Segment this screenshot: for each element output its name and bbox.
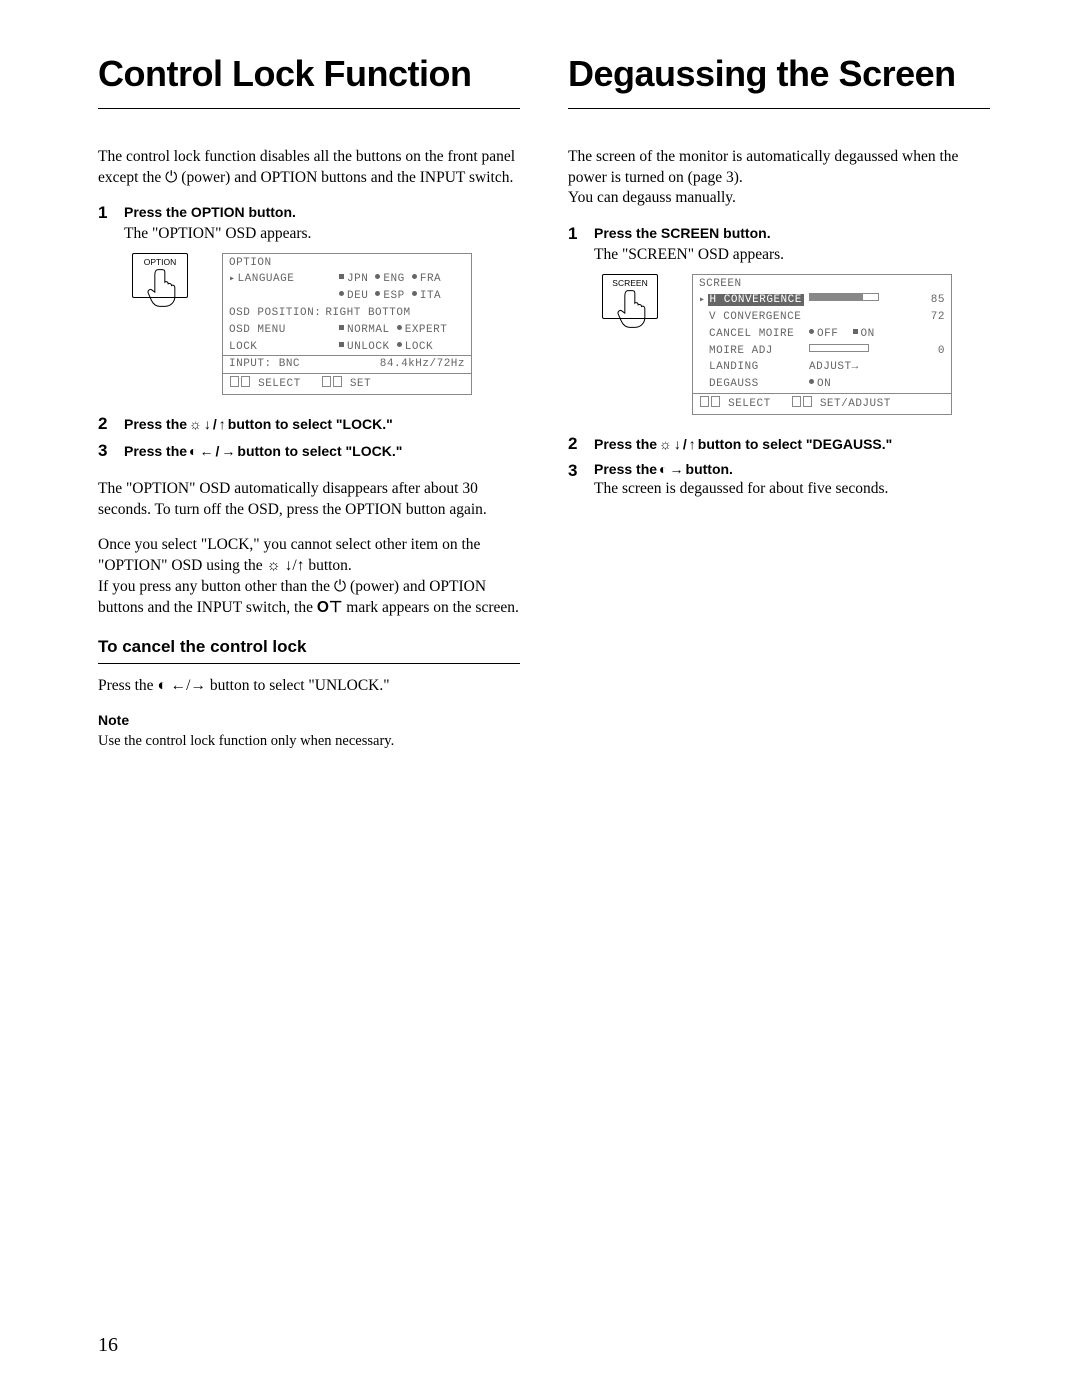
cursor-icon <box>699 294 708 306</box>
right-column: Degaussing the Screen The screen of the … <box>568 54 990 752</box>
cancel-paragraph: Press the / button to select "UNLOCK." <box>98 676 520 697</box>
option-illustration: OPTION OPTION LANGUAGE JPN ENG FRA DEU <box>132 253 520 395</box>
left-icon <box>200 442 214 461</box>
contrast-icon <box>157 677 166 694</box>
step-1: 1 Press the SCREEN button. The "SCREEN" … <box>568 223 990 266</box>
step-1-follow: The "OPTION" OSD appears. <box>124 224 311 245</box>
brightness-icon <box>267 557 281 574</box>
section-title: Degaussing the Screen <box>568 54 990 94</box>
right-icon <box>190 677 206 694</box>
note-label: Note <box>98 711 520 730</box>
cursor-icon <box>229 273 238 285</box>
intro-paragraph: The screen of the monitor is automatical… <box>568 147 990 210</box>
screen-illustration: SCREEN SCREEN H CONVERGENCE 85 V CONVE <box>602 274 990 415</box>
step-3-follow: The screen is degaussed for about five s… <box>594 479 888 500</box>
intro-paragraph: The control lock function disables all t… <box>98 147 520 189</box>
down-icon <box>674 435 681 454</box>
power-icon <box>165 169 177 186</box>
section-title: Control Lock Function <box>98 54 520 94</box>
page-number: 16 <box>98 1334 118 1357</box>
down-icon <box>285 557 293 574</box>
up-icon <box>689 435 696 454</box>
note-text: Use the control lock function only when … <box>98 732 520 752</box>
screen-osd: SCREEN H CONVERGENCE 85 V CONVERGENCE 72… <box>692 274 952 415</box>
step-3: 3 Press the / button to select "LOCK." <box>98 440 520 463</box>
brightness-icon <box>189 415 202 434</box>
option-osd: OPTION LANGUAGE JPN ENG FRA DEU ESP ITA … <box>222 253 472 395</box>
right-icon <box>221 442 235 461</box>
right-icon <box>670 460 684 479</box>
title-bar: Degaussing the Screen <box>568 54 990 109</box>
up-icon <box>219 415 226 434</box>
auto-disappear-paragraph: The "OPTION" OSD automatically disappear… <box>98 479 520 521</box>
step-1-title: Press the OPTION button. <box>124 204 296 220</box>
title-bar: Control Lock Function <box>98 54 520 109</box>
hand-icon <box>147 268 181 308</box>
contrast-icon <box>659 460 667 479</box>
cancel-heading: To cancel the control lock <box>98 636 520 664</box>
step-3: 3 Press the button. The screen is degaus… <box>568 460 990 500</box>
step-1-follow: The "SCREEN" OSD appears. <box>594 245 784 266</box>
left-icon <box>171 677 187 694</box>
step-1: 1 Press the OPTION button. The "OPTION" … <box>98 202 520 245</box>
brightness-icon <box>659 435 672 454</box>
hand-icon <box>617 289 651 329</box>
screen-button-illus: SCREEN <box>602 274 658 318</box>
step-2: 2 Press the / button to select "LOCK." <box>98 413 520 436</box>
step-2: 2 Press the / button to select "DEGAUSS.… <box>568 433 990 456</box>
left-column: Control Lock Function The control lock f… <box>98 54 520 752</box>
contrast-icon <box>189 442 197 461</box>
right-icon <box>852 361 859 373</box>
step-1-title: Press the SCREEN button. <box>594 225 771 241</box>
option-button-illus: OPTION <box>132 253 188 297</box>
power-icon <box>334 578 346 595</box>
lock-behaviour-paragraph: Once you select "LOCK," you cannot selec… <box>98 535 520 619</box>
down-icon <box>204 415 211 434</box>
